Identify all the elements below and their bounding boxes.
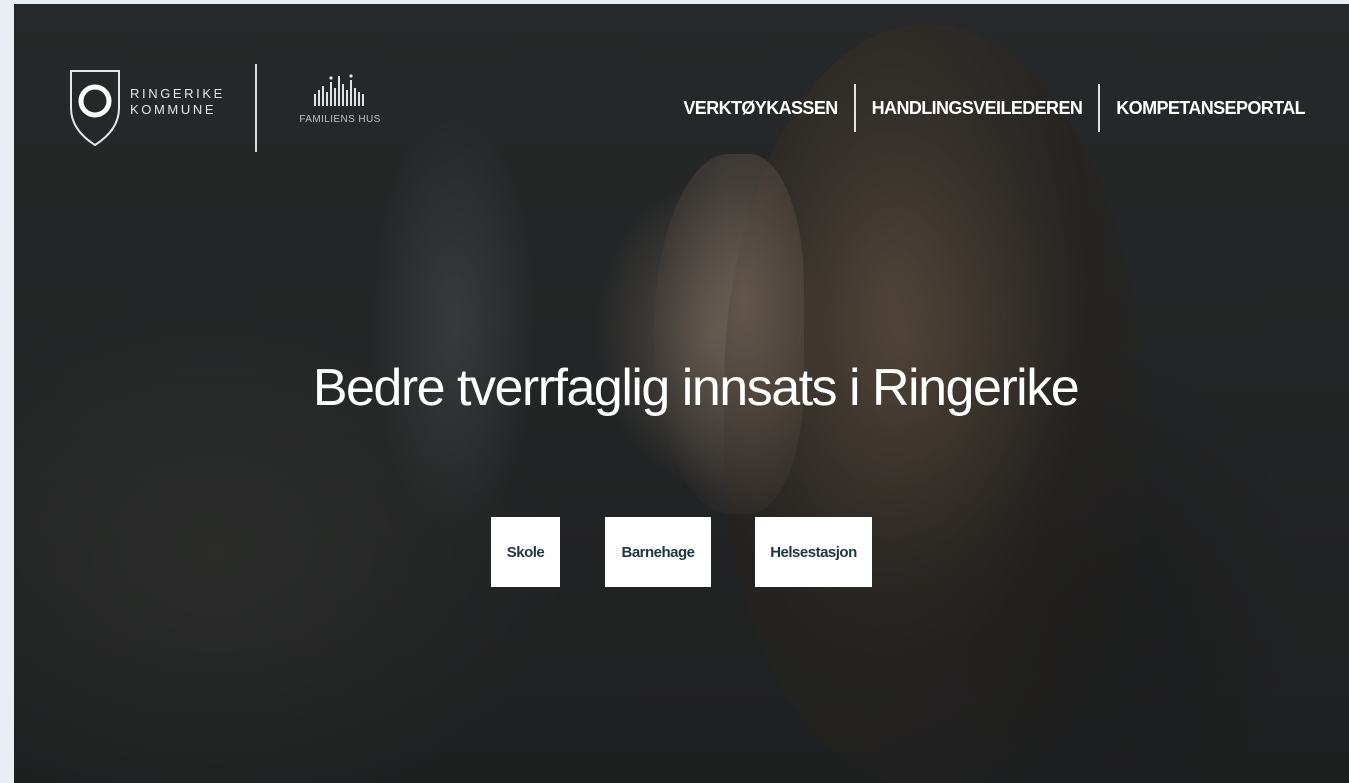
nav-separator — [853, 84, 856, 132]
hero-section: RINGERIKE KOMMUNE FAMILIENS HUS VERKTØYK… — [14, 4, 1349, 783]
nav-kompetanseportal[interactable]: KOMPETANSEPORTAL — [1116, 98, 1305, 119]
skole-button[interactable]: Skole — [491, 517, 560, 587]
nav-handlingsveilederen[interactable]: HANDLINGSVEILEDEREN — [872, 98, 1083, 119]
hero-title: Bedre tverrfaglig innsats i Ringerike — [312, 359, 1080, 417]
familiens-hus-text: FAMILIENS HUS — [299, 114, 381, 125]
ringerike-kommune-logo[interactable]: RINGERIKE KOMMUNE — [68, 68, 225, 148]
logo-divider — [255, 64, 257, 152]
nav-verktoykassen[interactable]: VERKTØYKASSEN — [683, 98, 838, 119]
logo-line-1: RINGERIKE — [130, 86, 225, 101]
bars-icon — [314, 74, 364, 106]
shield-icon — [70, 70, 120, 147]
main-nav: VERKTØYKASSEN HANDLINGSVEILEDEREN KOMPET… — [683, 84, 1306, 132]
logo-line-2: KOMMUNE — [130, 102, 217, 117]
barnehage-button[interactable]: Barnehage — [605, 517, 711, 587]
helsestasjon-button[interactable]: Helsestasjon — [755, 517, 872, 587]
logo-text: RINGERIKE KOMMUNE — [130, 86, 225, 118]
familiens-hus-logo[interactable]: FAMILIENS HUS — [290, 74, 390, 125]
nav-separator — [1098, 84, 1101, 132]
